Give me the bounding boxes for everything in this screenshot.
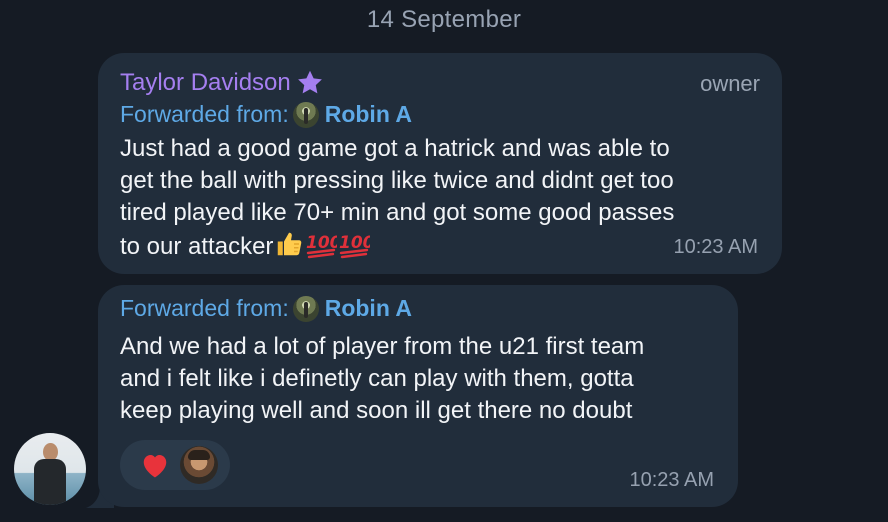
forwarded-avatar[interactable] [292, 101, 319, 128]
message-text-body: Just had a good game got a hatrick and w… [120, 135, 675, 260]
message-time: 10:23 AM [629, 469, 714, 491]
avatar[interactable] [14, 433, 86, 505]
date-separator: 14 September [366, 6, 522, 33]
message-text: And we had a lot of player from the u21 … [120, 333, 645, 424]
avatar-body [34, 459, 66, 505]
forwarded-name[interactable]: Robin A [325, 101, 412, 128]
forwarded-name[interactable]: Robin A [325, 295, 412, 322]
sender-name[interactable]: Taylor Davidson [120, 69, 291, 97]
thumbs-up-icon [274, 229, 304, 268]
reactor-avatar[interactable] [180, 446, 218, 484]
sender-row: Taylor Davidson [120, 68, 325, 98]
star-icon [295, 68, 325, 98]
hundred-points-icon: 100 [305, 229, 342, 268]
role-badge: owner [700, 71, 760, 96]
message-bubble[interactable]: Forwarded from: Robin A And we had a lot… [98, 285, 738, 507]
message-time: 10:23 AM [673, 236, 758, 258]
message-bubble[interactable]: Taylor Davidson owner Forwarded from: Ro… [98, 53, 782, 274]
heart-icon [140, 451, 170, 479]
forwarded-label: Forwarded from: [120, 101, 289, 127]
forwarded-header[interactable]: Forwarded from: Robin A [120, 295, 412, 322]
forwarded-avatar[interactable] [292, 295, 319, 322]
hundred-points-icon: 100 [338, 229, 375, 268]
forwarded-label: Forwarded from: [120, 295, 289, 321]
message-text: Just had a good game got a hatrick and w… [120, 133, 674, 268]
forwarded-header[interactable]: Forwarded from: Robin A [120, 101, 412, 128]
reaction-pill[interactable] [120, 440, 230, 490]
